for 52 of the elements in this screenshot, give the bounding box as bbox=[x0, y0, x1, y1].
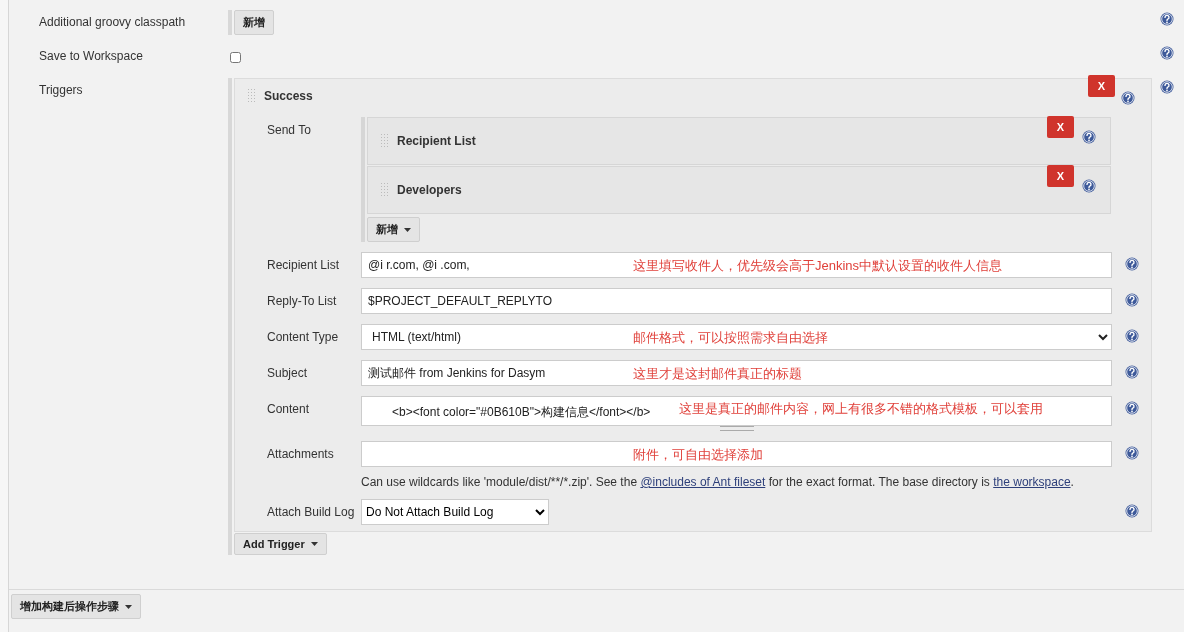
add-button[interactable]: 新增 bbox=[234, 10, 274, 35]
field-label: Additional groovy classpath bbox=[38, 14, 187, 29]
field-label: Content Type bbox=[266, 329, 340, 344]
help-icon[interactable] bbox=[1124, 293, 1139, 307]
help-icon[interactable] bbox=[1082, 179, 1096, 193]
help-text: Can use wildcards like 'module/dist/**/*.zip'. See the bbox=[361, 475, 639, 489]
help-icon[interactable] bbox=[1124, 365, 1139, 379]
field-label: Attachments bbox=[266, 446, 335, 461]
field-label: Attach Build Log bbox=[266, 504, 356, 519]
dropdown-button[interactable]: Add Trigger bbox=[234, 533, 327, 555]
field-label: Triggers bbox=[38, 82, 84, 97]
text-field[interactable] bbox=[361, 441, 1112, 467]
field-label: Content bbox=[266, 401, 311, 416]
annotation-note: 这里才是这封邮件真正的标题 bbox=[633, 365, 802, 383]
dropdown-button[interactable]: 新增 bbox=[367, 217, 420, 242]
resize-handle[interactable] bbox=[719, 426, 754, 431]
help-text: . bbox=[1070, 475, 1074, 489]
help-icon[interactable] bbox=[1121, 91, 1135, 105]
help-icon[interactable] bbox=[1124, 257, 1139, 271]
dropdown-field[interactable]: Do Not Attach Build Log bbox=[361, 499, 549, 525]
trigger-title: Success bbox=[264, 89, 313, 103]
annotation-note: 附件，可自由选择添加 bbox=[633, 446, 763, 464]
help-icon[interactable] bbox=[1082, 130, 1096, 144]
help-icon[interactable] bbox=[1160, 12, 1174, 26]
annotation-note: 邮件格式，可以按照需求自由选择 bbox=[633, 329, 828, 347]
annotation-note: 这里填写收件人，优先级会高于Jenkins中默认设置的收件人信息 bbox=[633, 257, 1003, 275]
text-field[interactable]: $PROJECT_DEFAULT_REPLYTO bbox=[361, 288, 1112, 314]
help-icon[interactable] bbox=[1160, 46, 1174, 60]
recipient-title: Developers bbox=[397, 183, 462, 197]
dropdown-button[interactable]: 增加构建后操作步骤 bbox=[11, 594, 141, 619]
help-text: for the exact format. The base directory is bbox=[767, 475, 991, 489]
field-label: Recipient List bbox=[266, 257, 341, 272]
help-link[interactable]: @includes of Ant fileset bbox=[640, 475, 766, 489]
field-label: Reply-To List bbox=[266, 293, 338, 308]
caret-icon bbox=[125, 604, 132, 609]
field-label: Send To bbox=[266, 122, 312, 137]
help-icon[interactable] bbox=[1124, 504, 1139, 518]
help-link[interactable]: the workspace bbox=[993, 475, 1071, 489]
caret-icon bbox=[404, 227, 411, 232]
caret-icon bbox=[310, 542, 318, 546]
help-icon[interactable] bbox=[1160, 80, 1174, 94]
annotation-note: 这里是真正的邮件内容，网上有很多不错的格式模板，可以套用 bbox=[679, 400, 1043, 418]
recipient-title: Recipient List bbox=[397, 134, 476, 148]
delete-button[interactable]: X bbox=[1047, 165, 1074, 187]
delete-button[interactable]: X bbox=[1088, 75, 1115, 97]
checkbox[interactable] bbox=[230, 52, 241, 63]
field-label: Save to Workspace bbox=[38, 48, 144, 63]
field-label: Subject bbox=[266, 365, 309, 380]
help-icon[interactable] bbox=[1124, 401, 1139, 415]
help-icon[interactable] bbox=[1124, 329, 1139, 343]
delete-button[interactable]: X bbox=[1047, 116, 1074, 138]
help-icon[interactable] bbox=[1124, 446, 1139, 460]
